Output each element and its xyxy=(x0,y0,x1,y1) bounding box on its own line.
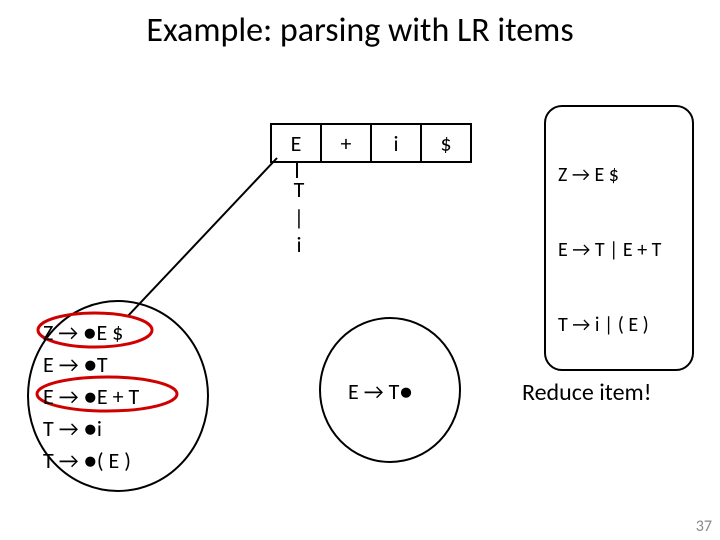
lr-item: Z → ●E $ xyxy=(43,317,139,349)
reduce-item: E → T● xyxy=(348,378,413,405)
tape-cell: $ xyxy=(420,123,472,163)
tape-cell: E xyxy=(270,123,322,163)
grammar-rule: Z → E $ xyxy=(558,163,682,188)
page-title: Example: parsing with LR items xyxy=(0,10,720,51)
lr-item: E → ●E + T xyxy=(43,381,139,413)
input-tape: E + i $ xyxy=(270,123,472,163)
tape-cell: i xyxy=(370,123,422,163)
grammar-rule: E → T | E + T xyxy=(558,238,682,263)
stack-symbol: i xyxy=(289,231,309,259)
lr-item: T → ●i xyxy=(43,413,139,445)
grammar-rule: T → i | ( E ) xyxy=(558,313,682,338)
stack-symbol: T xyxy=(289,176,309,204)
reduce-item-label: Reduce item! xyxy=(522,378,652,407)
stack-divider: | xyxy=(289,204,309,232)
lr-item: T → ●( E ) xyxy=(43,445,139,477)
tape-cell: + xyxy=(320,123,372,163)
lr-item-set: Z → ●E $ E → ●T E → ●E + T T → ●i T → ●(… xyxy=(43,317,139,476)
page-number: 37 xyxy=(696,517,712,536)
lr-item: E → ●T xyxy=(43,349,139,381)
stack-column: T | i xyxy=(289,176,309,259)
grammar-box: Z → E $ E → T | E + T T → i | ( E ) xyxy=(544,105,694,371)
